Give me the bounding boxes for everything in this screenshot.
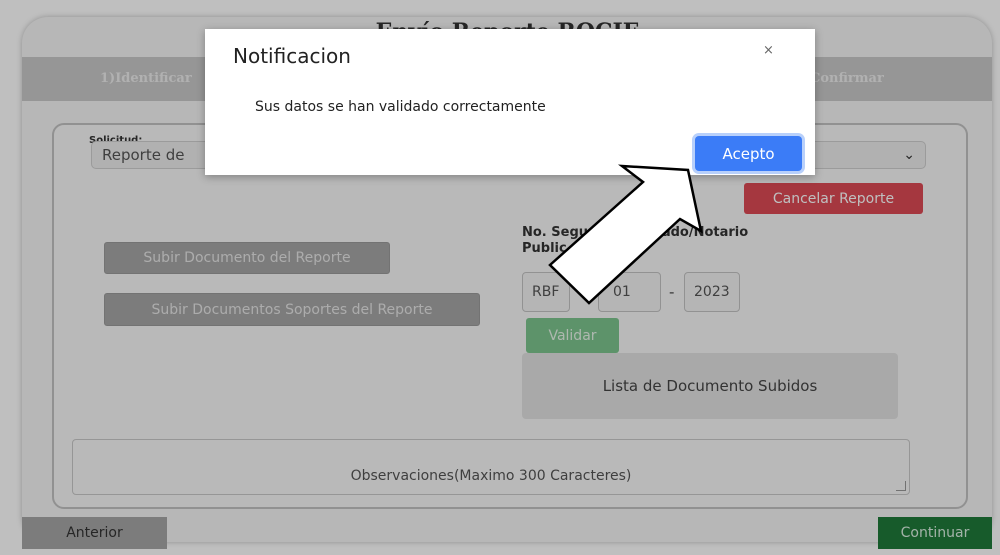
arrow-icon [548,164,703,305]
